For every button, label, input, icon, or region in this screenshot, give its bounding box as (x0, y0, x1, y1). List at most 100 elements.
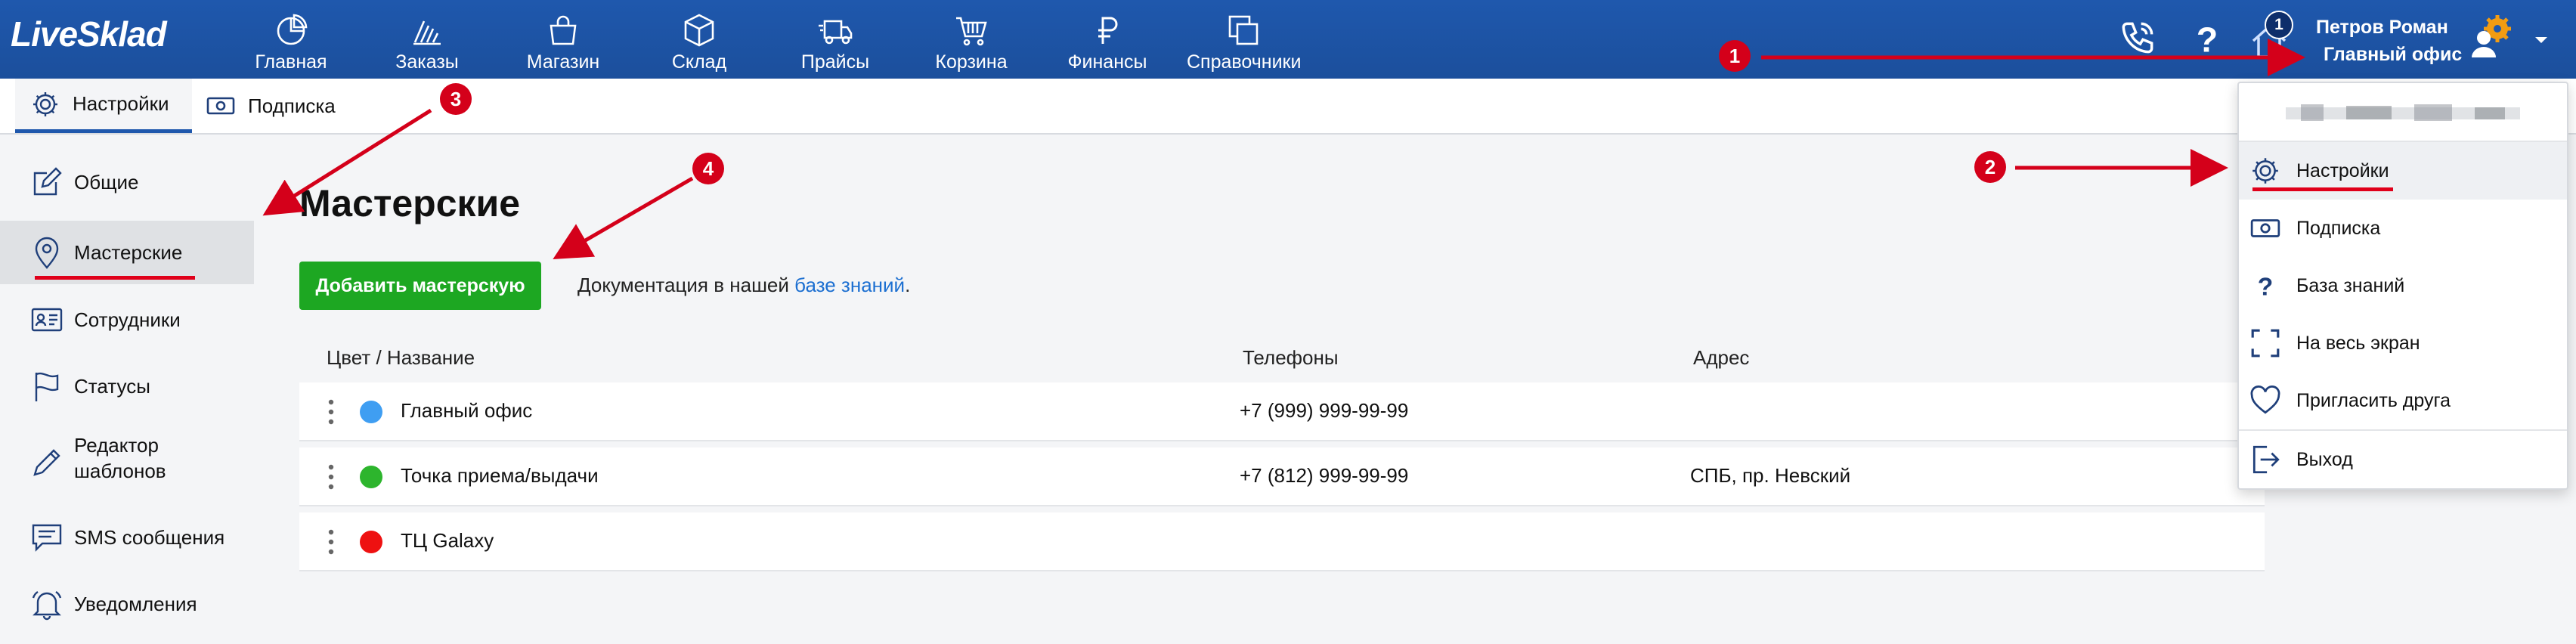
color-dot (360, 531, 382, 553)
menu-item-subscription[interactable]: Подписка (2239, 200, 2567, 257)
workshop-phone: +7 (812) 999-99-99 (1240, 464, 1409, 487)
help-icon[interactable]: ? (2186, 17, 2228, 59)
sidebar-item-label: Статусы (74, 375, 150, 398)
workshop-phone: +7 (999) 999-99-99 (1240, 399, 1409, 422)
edit-icon (33, 167, 62, 196)
chart-pie-icon (277, 14, 308, 45)
subtab-settings[interactable]: Настройки (15, 79, 192, 133)
subtab-subscription[interactable]: Подписка (206, 79, 336, 133)
app-logo[interactable]: LiveSklad (11, 14, 167, 54)
user-dropdown-menu: Настройки Подписка ? База знаний На весь… (2237, 82, 2568, 490)
pen-icon (33, 449, 60, 476)
sidebar-item-template-editor[interactable]: Редактор шаблонов (0, 426, 254, 499)
annotation-underline (2252, 187, 2393, 191)
menu-item-knowledge-base[interactable]: ? База знаний (2239, 257, 2567, 314)
sidebar-item-statuses[interactable]: Статусы (0, 360, 254, 413)
subtab-label: Подписка (248, 94, 336, 117)
bell-icon (32, 590, 62, 621)
top-navbar: LiveSklad Главная Заказы Магазин Склад П… (0, 0, 2576, 79)
heart-icon (2250, 385, 2280, 414)
menu-item-fullscreen[interactable]: На весь экран (2239, 314, 2567, 372)
label-line: Редактор (74, 434, 159, 457)
sidebar-item-label: Редактор шаблонов (74, 432, 166, 484)
subtab-label: Настройки (73, 92, 169, 115)
orders-icon (413, 20, 441, 45)
nav-label: Заказы (395, 51, 459, 73)
cart-icon (956, 17, 987, 46)
user-name[interactable]: Петров Роман (2316, 17, 2448, 39)
workshop-address: СПБ, пр. Невский (1690, 464, 1851, 487)
table-row[interactable]: Главный офис +7 (999) 999-99-99 (299, 382, 2265, 441)
settings-sidebar: Общие Мастерские Сотрудники Статусы Реда… (0, 135, 254, 644)
menu-item-label: На весь экран (2296, 332, 2420, 354)
phone-icon[interactable] (2116, 17, 2159, 59)
gear-icon (33, 91, 57, 116)
column-header-name[interactable]: Цвет / Название (327, 346, 475, 370)
column-header-phones[interactable]: Телефоны (1243, 346, 1339, 370)
workshop-name: ТЦ Galaxy (401, 529, 494, 552)
flag-icon (35, 372, 59, 401)
knowledge-base-link[interactable]: базе знаний (794, 274, 905, 296)
drag-handle-icon[interactable] (328, 464, 334, 490)
question-icon: ? (2258, 274, 2274, 302)
sidebar-item-notifications[interactable]: Уведомления (0, 577, 254, 630)
callout-4: 4 (692, 153, 724, 184)
id-card-icon (31, 308, 63, 332)
drag-handle-icon[interactable] (328, 529, 334, 555)
callout-1: 1 (1719, 40, 1751, 72)
page-title: Мастерские (299, 182, 521, 224)
nav-item-shop[interactable]: Магазин (506, 9, 620, 73)
arrow-4 (553, 176, 694, 260)
color-dot (360, 466, 382, 488)
table-row[interactable]: Точка приема/выдачи +7 (812) 999-99-99 С… (299, 447, 2265, 506)
color-dot (360, 401, 382, 423)
column-header-address[interactable]: Адрес (1693, 346, 1749, 370)
sidebar-item-label: Общие (74, 171, 139, 194)
svg-text:?: ? (2197, 20, 2218, 59)
nav-item-finance[interactable]: Финансы (1051, 9, 1164, 73)
documentation-note: Документация в нашей базе знаний. (577, 274, 910, 297)
blurred-account-info (2286, 104, 2520, 121)
menu-item-logout[interactable]: Выход (2239, 431, 2567, 488)
user-office[interactable]: Главный офис (2324, 44, 2462, 66)
workshop-name: Точка приема/выдачи (401, 464, 599, 487)
chevron-down-icon[interactable] (2534, 35, 2549, 45)
settings-subbar: Настройки Подписка (0, 79, 2576, 135)
label-line: шаблонов (74, 460, 166, 482)
nav-label: Финансы (1067, 51, 1147, 73)
user-avatar-icon[interactable] (2467, 12, 2516, 60)
sidebar-item-employees[interactable]: Сотрудники (0, 293, 254, 346)
sidebar-item-label: Мастерские (74, 241, 183, 264)
location-pin-icon (35, 237, 59, 269)
box-icon (684, 14, 714, 47)
callout-2: 2 (1974, 151, 2006, 183)
truck-icon (819, 20, 853, 45)
doc-prefix: Документация в нашей (577, 274, 795, 296)
menu-item-invite-friend[interactable]: Пригласить друга (2239, 372, 2567, 429)
nav-item-cart[interactable]: Корзина (915, 9, 1028, 73)
sidebar-item-sms[interactable]: SMS сообщения (0, 511, 254, 564)
menu-item-label: Настройки (2296, 159, 2389, 181)
shopping-bag-icon (550, 15, 577, 45)
notification-badge: 1 (2265, 11, 2293, 39)
table-row[interactable]: ТЦ Galaxy (299, 512, 2265, 571)
annotation-underline (35, 276, 195, 280)
nav-item-orders[interactable]: Заказы (370, 9, 484, 73)
copy-icon (1228, 15, 1259, 45)
nav-item-references[interactable]: Справочники (1187, 9, 1301, 73)
nav-item-home[interactable]: Главная (234, 9, 348, 73)
menu-item-label: Подписка (2296, 217, 2381, 239)
menu-item-label: Пригласить друга (2296, 389, 2451, 411)
nav-label: Магазин (526, 51, 600, 73)
sidebar-item-general[interactable]: Общие (0, 156, 254, 209)
svg-text:?: ? (2258, 274, 2274, 302)
sidebar-item-workshops[interactable]: Мастерские (0, 221, 254, 284)
menu-item-label: База знаний (2296, 274, 2405, 296)
add-workshop-button[interactable]: Добавить мастерскую (299, 262, 541, 310)
nav-label: Корзина (935, 51, 1008, 73)
banknote-icon (206, 97, 235, 115)
nav-item-warehouse[interactable]: Склад (642, 9, 756, 73)
workshop-name: Главный офис (401, 399, 533, 422)
drag-handle-icon[interactable] (328, 399, 334, 425)
nav-item-prices[interactable]: Прайсы (779, 9, 892, 73)
